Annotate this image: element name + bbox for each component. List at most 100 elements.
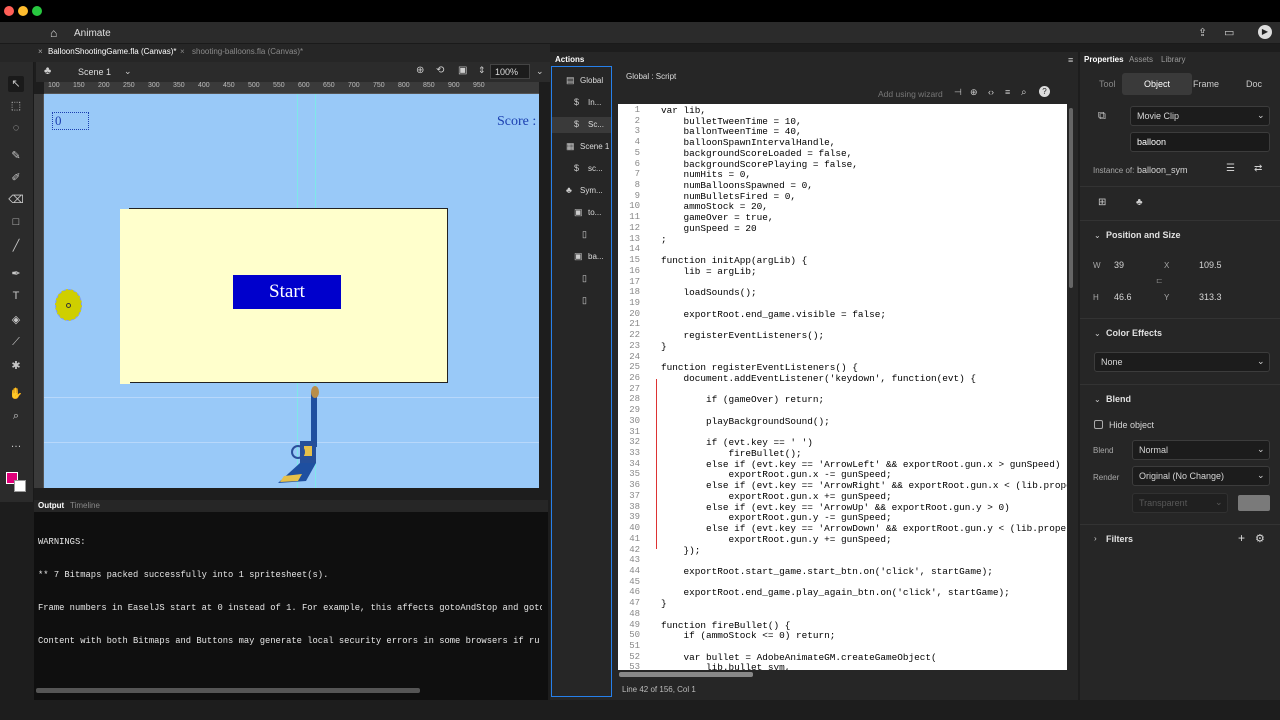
help-icon[interactable]: ? (1039, 86, 1050, 97)
position-size-title[interactable]: Position and Size (1106, 230, 1181, 240)
collapse-chevron-icon[interactable]: ⌄ (1094, 329, 1101, 338)
subtab-frame[interactable]: Frame (1193, 79, 1219, 89)
x-value[interactable]: 109.5 (1199, 260, 1222, 270)
subtab-object[interactable]: Object (1144, 79, 1170, 89)
code-editor[interactable]: 1 var lib, 2 bulletTweenTime = 10, 3 ballon… (618, 104, 1067, 670)
pen-tool-icon[interactable]: ✒ (8, 266, 24, 282)
tab-library[interactable]: Library (1161, 55, 1185, 64)
fill-color-swatch[interactable] (14, 480, 26, 492)
line-tool-icon[interactable]: ╱ (8, 238, 24, 254)
code-line[interactable]: bulletTweenTime = 10, (661, 116, 802, 127)
code-line[interactable]: else if (evt.key == 'ArrowRight' && expo… (661, 480, 1067, 491)
test-movie-icon[interactable]: ▶ (1258, 25, 1272, 39)
zoom-tool-icon[interactable]: ⌕ (8, 408, 24, 424)
scene-selector[interactable]: Scene 1 (78, 67, 111, 77)
subselection-tool-icon[interactable]: ⬚ (8, 98, 24, 114)
code-line[interactable]: exportRoot.gun.y += gunSpeed; (661, 534, 892, 545)
code-line[interactable]: function initApp(argLib) { (661, 255, 807, 266)
paint-brush-icon[interactable]: ✐ (8, 170, 24, 186)
text-tool-icon[interactable]: T (8, 288, 24, 304)
panel-menu-icon[interactable]: ≡ (1068, 55, 1073, 65)
code-line[interactable]: gameOver = true, (661, 212, 774, 223)
code-line[interactable]: numBulletsFired = 0, (661, 191, 797, 202)
script-tree-item[interactable]: $ In... (552, 95, 611, 111)
stepper-icon[interactable]: ⇕ (478, 65, 486, 76)
balloon-instance[interactable] (55, 289, 82, 321)
script-tree-item[interactable]: ▯ (552, 293, 611, 309)
render-dropdown[interactable]: Original (No Change) ⌄ (1132, 466, 1270, 486)
expand-chevron-icon[interactable]: › (1094, 534, 1097, 543)
tab-timeline[interactable]: Timeline (70, 501, 100, 510)
code-line[interactable]: else if (evt.key == 'ArrowLeft' && expor… (661, 459, 1060, 470)
rectangle-tool-icon[interactable]: □ (8, 214, 24, 230)
find-icon[interactable]: ⌕ (1021, 87, 1027, 98)
maximize-window-button[interactable] (32, 6, 42, 16)
hand-tool-icon[interactable]: ✋ (8, 386, 24, 402)
tab-close-icon[interactable]: × (180, 47, 185, 56)
code-line[interactable]: fireBullet(); (661, 448, 802, 459)
code-line[interactable]: exportRoot.gun.x -= gunSpeed; (661, 469, 892, 480)
close-window-button[interactable] (4, 6, 14, 16)
background-dropdown[interactable]: Transparent ⌄ (1132, 493, 1228, 513)
chevron-down-icon[interactable]: ⌄ (124, 66, 132, 77)
score-value[interactable]: 0 (52, 112, 89, 130)
code-horizontal-scrollbar[interactable] (619, 672, 753, 677)
code-line[interactable]: }); (661, 545, 701, 556)
script-tree-item[interactable]: ▣ to... (552, 205, 611, 221)
y-value[interactable]: 313.3 (1199, 292, 1222, 302)
code-line[interactable]: } (661, 341, 667, 352)
code-line[interactable]: lib.bullet_sym, (661, 662, 790, 670)
code-line[interactable]: else if (evt.key == 'ArrowDown' && expor… (661, 523, 1067, 534)
clip-content-icon[interactable]: ▣ (458, 65, 467, 76)
align-icon[interactable]: ⊞ (1098, 197, 1106, 208)
tab-close-icon[interactable]: × (38, 47, 43, 56)
symbol-type-dropdown[interactable]: Movie Clip ⌄ (1130, 106, 1270, 126)
code-line[interactable]: exportRoot.gun.y -= gunSpeed; (661, 512, 892, 523)
color-effects-title[interactable]: Color Effects (1106, 328, 1162, 338)
tab-properties[interactable]: Properties (1084, 55, 1124, 64)
code-snippets-icon[interactable]: ‹› (988, 87, 994, 97)
script-tree-item[interactable]: ▣ ba... (552, 249, 611, 265)
code-line[interactable]: var lib, (661, 105, 706, 116)
tab-shooting-balloons[interactable]: shooting-balloons.fla (Canvas)* (192, 47, 303, 56)
workspace-icon[interactable]: ▭ (1224, 26, 1234, 39)
code-line[interactable]: } (661, 598, 667, 609)
center-stage-icon[interactable]: ⊕ (416, 65, 424, 76)
format-code-icon[interactable]: ≡ (1005, 87, 1010, 97)
code-line[interactable]: if (ammoStock <= 0) return; (661, 630, 836, 641)
code-line[interactable]: backgroundScoreLoaded = false, (661, 148, 853, 159)
code-line[interactable]: exportRoot.start_game.start_btn.on('clic… (661, 566, 993, 577)
code-line[interactable]: var bullet = AdobeAnimateGM.createGameOb… (661, 652, 937, 663)
stage[interactable]: 0 Score : Start (44, 94, 539, 488)
collapse-chevron-icon[interactable]: ⌄ (1094, 231, 1101, 240)
lasso-tool-icon[interactable]: ◌ (8, 120, 24, 136)
hide-object-checkbox[interactable] (1094, 420, 1103, 429)
start-game-panel[interactable]: Start (120, 208, 448, 384)
rotate-view-icon[interactable]: ⟲ (436, 65, 444, 76)
script-tree-item[interactable]: ▦ Scene 1 (552, 139, 611, 155)
add-filter-icon[interactable]: + (1238, 531, 1245, 545)
tab-balloon-shooting-game[interactable]: BalloonShootingGame.fla (Canvas)* (48, 47, 177, 56)
code-line[interactable]: function registerEventListeners() { (661, 362, 858, 373)
code-line[interactable]: if (gameOver) return; (661, 394, 824, 405)
code-line[interactable]: function fireBullet() { (661, 620, 790, 631)
3d-icon[interactable]: ♣ (1136, 197, 1143, 208)
blend-title[interactable]: Blend (1106, 394, 1131, 404)
h-value[interactable]: 46.6 (1114, 292, 1132, 302)
script-tree-item[interactable]: ♣ Sym... (552, 183, 611, 199)
eyedropper-icon[interactable]: ⟋ (8, 334, 24, 350)
tab-output[interactable]: Output (38, 501, 64, 510)
horizontal-scrollbar[interactable] (36, 688, 420, 693)
blend-dropdown[interactable]: Normal ⌄ (1132, 440, 1270, 460)
filters-title[interactable]: Filters (1106, 534, 1133, 544)
score-label[interactable]: Score : (497, 114, 536, 130)
instance-name-field[interactable]: balloon (1130, 132, 1270, 152)
code-line[interactable]: registerEventListeners(); (661, 330, 825, 341)
eraser-tool-icon[interactable]: ⌫ (8, 192, 24, 208)
add-using-wizard-button[interactable]: Add using wizard (878, 89, 943, 99)
home-icon[interactable]: ⌂ (50, 26, 57, 40)
share-icon[interactable]: ⇪ (1198, 26, 1207, 39)
script-tree-item[interactable]: ▯ (552, 271, 611, 287)
pin-tool-icon[interactable]: ✱ (8, 358, 24, 374)
lock-proportions-icon[interactable]: ⊏ (1156, 276, 1163, 285)
